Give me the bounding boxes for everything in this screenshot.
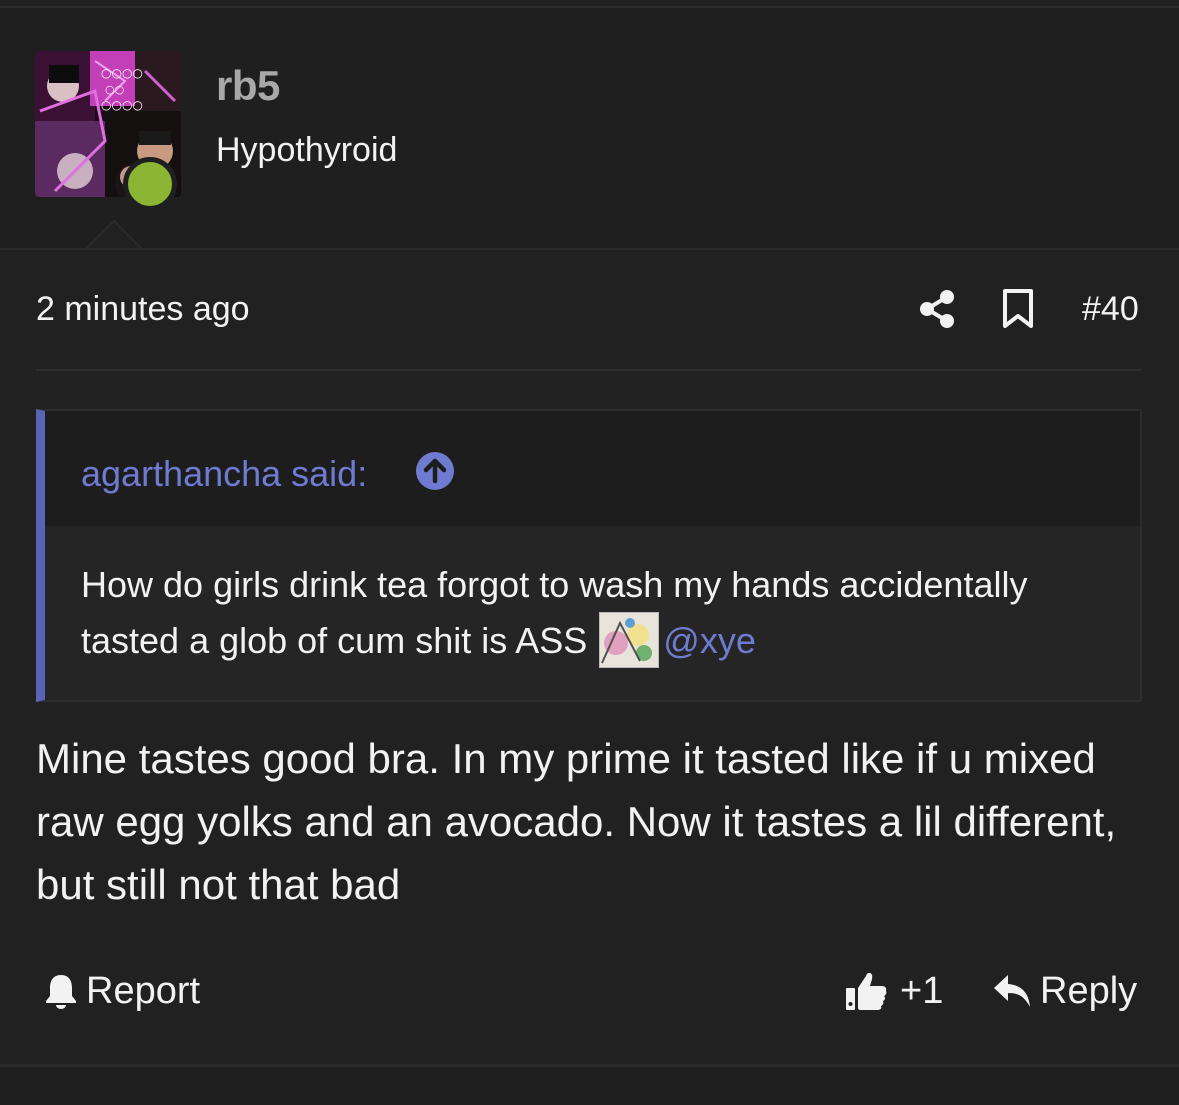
quote-text-content: How do girls drink tea forgot to wash my… bbox=[81, 564, 1028, 661]
online-status-indicator bbox=[123, 157, 177, 211]
username[interactable]: rb5 bbox=[216, 62, 280, 110]
post-number[interactable]: #40 bbox=[1082, 290, 1139, 329]
next-post-area bbox=[0, 1067, 1179, 1105]
quote-block: agarthancha said: How do girls drink tea… bbox=[36, 409, 1142, 702]
like-count: +1 bbox=[900, 969, 944, 1012]
svg-text:○○○○: ○○○○ bbox=[101, 98, 143, 112]
arrow-up-circle-icon[interactable] bbox=[415, 451, 455, 491]
bookmark-icon[interactable] bbox=[1000, 288, 1036, 330]
header-divider bbox=[0, 248, 1179, 250]
reply-button[interactable]: Reply bbox=[992, 968, 1137, 1014]
thumbs-up-icon bbox=[846, 972, 887, 1010]
report-label: Report bbox=[86, 969, 201, 1012]
user-header: ○○○○ ○○ ○○○○ rb5 Hypothyroid bbox=[0, 8, 1179, 248]
meta-divider bbox=[36, 369, 1142, 371]
svg-text:○○: ○○ bbox=[105, 83, 124, 96]
quote-body: How do girls drink tea forgot to wash my… bbox=[45, 526, 1140, 700]
svg-text:○○○○: ○○○○ bbox=[101, 66, 143, 80]
bell-icon bbox=[46, 975, 76, 1009]
share-icon[interactable] bbox=[918, 289, 956, 329]
inline-emoji-image[interactable] bbox=[599, 612, 660, 668]
post-body: Mine tastes good bra. In my prime it tas… bbox=[36, 735, 1117, 908]
reply-label: Reply bbox=[1040, 969, 1138, 1012]
user-title: Hypothyroid bbox=[216, 131, 398, 169]
quote-text: How do girls drink tea forgot to wash my… bbox=[81, 558, 1121, 668]
post-timestamp[interactable]: 2 minutes ago bbox=[36, 290, 250, 329]
reply-arrow-icon bbox=[994, 975, 1030, 1007]
quote-author[interactable]: agarthancha said: bbox=[81, 453, 367, 495]
like-button[interactable]: +1 bbox=[844, 966, 943, 1016]
user-mention[interactable]: @xye bbox=[663, 620, 756, 661]
quote-header: agarthancha said: bbox=[45, 411, 1140, 526]
report-button[interactable]: Report bbox=[44, 968, 200, 1014]
